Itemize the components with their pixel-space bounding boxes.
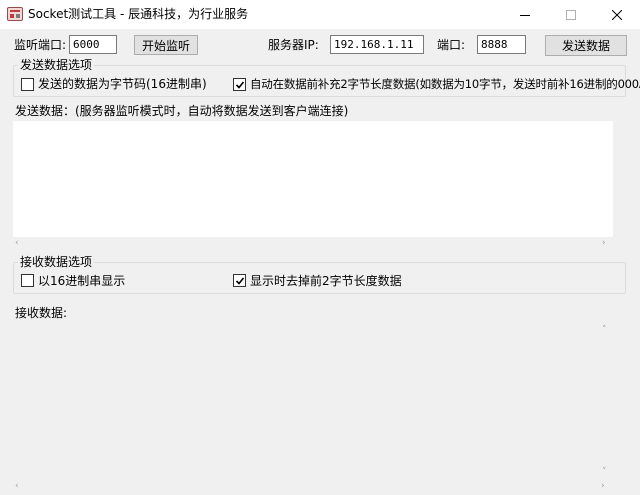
server-port-input[interactable]: 8888 — [477, 35, 526, 54]
send-options-title: 发送数据选项 — [18, 58, 95, 72]
server-ip-label: 服务器IP: — [268, 38, 319, 52]
minimize-icon — [520, 14, 530, 16]
send-data-label: 发送数据：(服务器监听模式时，自动将数据发送到客户端连接) — [15, 104, 349, 118]
minimize-button[interactable] — [502, 0, 548, 29]
checkmark-icon — [235, 276, 244, 285]
server-port-label: 端口: — [437, 38, 466, 52]
send-data-button[interactable]: 发送数据 — [545, 35, 627, 56]
length-prefix-checkbox[interactable] — [233, 78, 246, 91]
receive-horizontal-scrollbar[interactable]: ‹ › — [13, 480, 605, 492]
receive-options-title: 接收数据选项 — [18, 255, 95, 269]
strip-length-checkbox[interactable] — [233, 274, 246, 287]
window-title: Socket测试工具 - 辰通科技，为行业服务 — [28, 7, 249, 21]
start-listen-button[interactable]: 开始监听 — [134, 35, 198, 55]
listen-port-input[interactable]: 6000 — [69, 35, 117, 54]
hex-display-label[interactable]: 以16进制串显示 — [38, 274, 125, 288]
scroll-right-icon[interactable]: › — [601, 481, 605, 491]
listen-port-label: 监听端口: — [14, 38, 67, 52]
app-icon — [7, 7, 23, 21]
scroll-left-icon[interactable]: ‹ — [15, 238, 19, 248]
hex-send-checkbox[interactable] — [21, 78, 34, 91]
length-prefix-label[interactable]: 自动在数据前补充2字节长度数据(如数据为10字节，发送时前补16进制的000A) — [250, 77, 640, 91]
scroll-right-icon[interactable]: › — [602, 238, 606, 248]
checkmark-icon — [235, 80, 244, 89]
hex-display-checkbox[interactable] — [21, 274, 34, 287]
strip-length-label[interactable]: 显示时去掉前2字节长度数据 — [250, 274, 402, 288]
receive-data-label: 接收数据: — [15, 306, 68, 320]
close-icon — [612, 9, 622, 20]
maximize-button[interactable] — [548, 0, 594, 29]
scroll-down-icon[interactable]: ˅ — [602, 467, 607, 477]
hex-send-label[interactable]: 发送的数据为字节码(16进制串) — [38, 77, 207, 91]
maximize-icon — [566, 9, 576, 20]
title-bar[interactable]: Socket测试工具 - 辰通科技，为行业服务 — [0, 0, 640, 29]
scroll-left-icon[interactable]: ‹ — [15, 481, 19, 491]
close-button[interactable] — [594, 0, 640, 29]
receive-vertical-scrollbar[interactable]: ˄ ˅ — [599, 324, 613, 480]
scroll-up-icon[interactable]: ˄ — [602, 325, 607, 335]
send-horizontal-scrollbar[interactable]: ‹ › — [13, 237, 613, 249]
send-data-textarea[interactable] — [13, 121, 613, 237]
receive-data-textarea[interactable] — [13, 324, 599, 480]
server-ip-input[interactable]: 192.168.1.11 — [330, 35, 424, 54]
